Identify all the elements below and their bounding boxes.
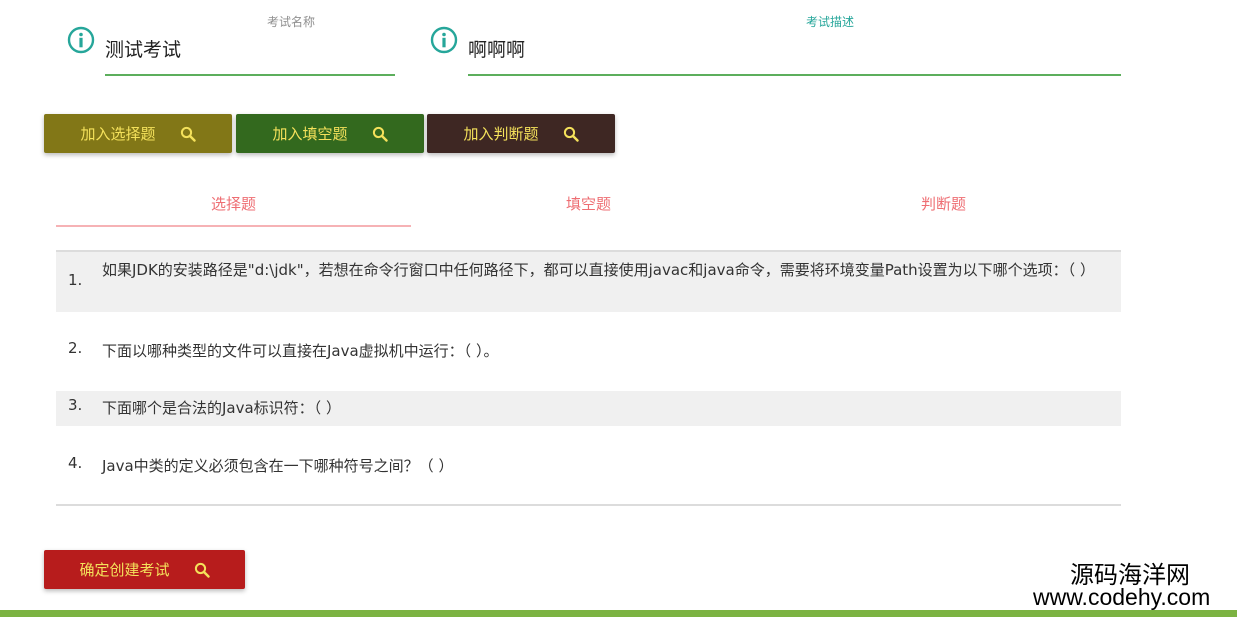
tab-choice[interactable]: 选择题: [56, 180, 411, 226]
table-row[interactable]: 3. 下面哪个是合法的Java标识符：（ ）: [56, 391, 1121, 426]
exam-desc-input[interactable]: 啊啊啊: [468, 38, 525, 62]
search-icon: [563, 126, 579, 142]
add-choice-button[interactable]: 加入选择题: [44, 114, 232, 153]
add-judge-label: 加入判断题: [463, 125, 539, 143]
exam-name-input[interactable]: 测试考试: [105, 38, 181, 62]
question-text: 如果JDK的安装路径是"d:\jdk"，若想在命令行窗口中任何路径下，都可以直接…: [102, 261, 1095, 279]
search-icon: [180, 126, 196, 142]
tab-fill[interactable]: 填空题: [411, 180, 766, 226]
exam-desc-field[interactable]: 考试描述 啊啊啊: [430, 0, 1130, 80]
question-number: 2.: [68, 339, 83, 357]
search-icon: [372, 126, 388, 142]
exam-name-field[interactable]: 考试名称 测试考试: [67, 0, 397, 80]
question-text: Java中类的定义必须包含在一下哪种符号之间？（ ）: [102, 457, 454, 475]
create-exam-button[interactable]: 确定创建考试: [44, 550, 245, 589]
footer-bar: [0, 610, 1237, 617]
question-text: 下面以哪种类型的文件可以直接在Java虚拟机中运行：（ ）。: [102, 342, 499, 360]
question-number: 1.: [68, 271, 83, 289]
table-row[interactable]: 2. 下面以哪种类型的文件可以直接在Java虚拟机中运行：（ ）。: [56, 312, 1121, 391]
question-number: 3.: [68, 396, 83, 414]
add-choice-label: 加入选择题: [80, 125, 156, 143]
add-fill-label: 加入填空题: [272, 125, 348, 143]
exam-desc-label: 考试描述: [805, 15, 854, 29]
exam-desc-underline: [468, 74, 1121, 76]
table-row[interactable]: 1. 如果JDK的安装路径是"d:\jdk"，若想在命令行窗口中任何路径下，都可…: [56, 252, 1121, 312]
info-icon: [67, 26, 95, 54]
question-text: 下面哪个是合法的Java标识符：（ ）: [102, 399, 341, 417]
tab-judge[interactable]: 判断题: [766, 180, 1121, 226]
question-number: 4.: [68, 454, 83, 472]
add-judge-button[interactable]: 加入判断题: [427, 114, 615, 153]
question-type-tabs: 选择题 填空题 判断题: [56, 180, 1121, 228]
watermark-url: www.codehy.com: [1033, 584, 1211, 610]
search-icon: [194, 562, 210, 578]
create-exam-label: 确定创建考试: [79, 561, 170, 579]
question-table: 1. 如果JDK的安装路径是"d:\jdk"，若想在命令行窗口中任何路径下，都可…: [56, 250, 1121, 506]
create-exam-page: 考试名称 测试考试 考试描述 啊啊啊 加入选择题 加入填空题 加入判断题 选择题…: [0, 0, 1237, 617]
add-fill-button[interactable]: 加入填空题: [236, 114, 424, 153]
info-icon: [430, 26, 458, 54]
tab-active-indicator: [56, 225, 411, 227]
exam-name-underline: [105, 74, 395, 76]
table-row[interactable]: 4. Java中类的定义必须包含在一下哪种符号之间？（ ）: [56, 426, 1121, 504]
exam-name-label: 考试名称: [266, 15, 315, 29]
